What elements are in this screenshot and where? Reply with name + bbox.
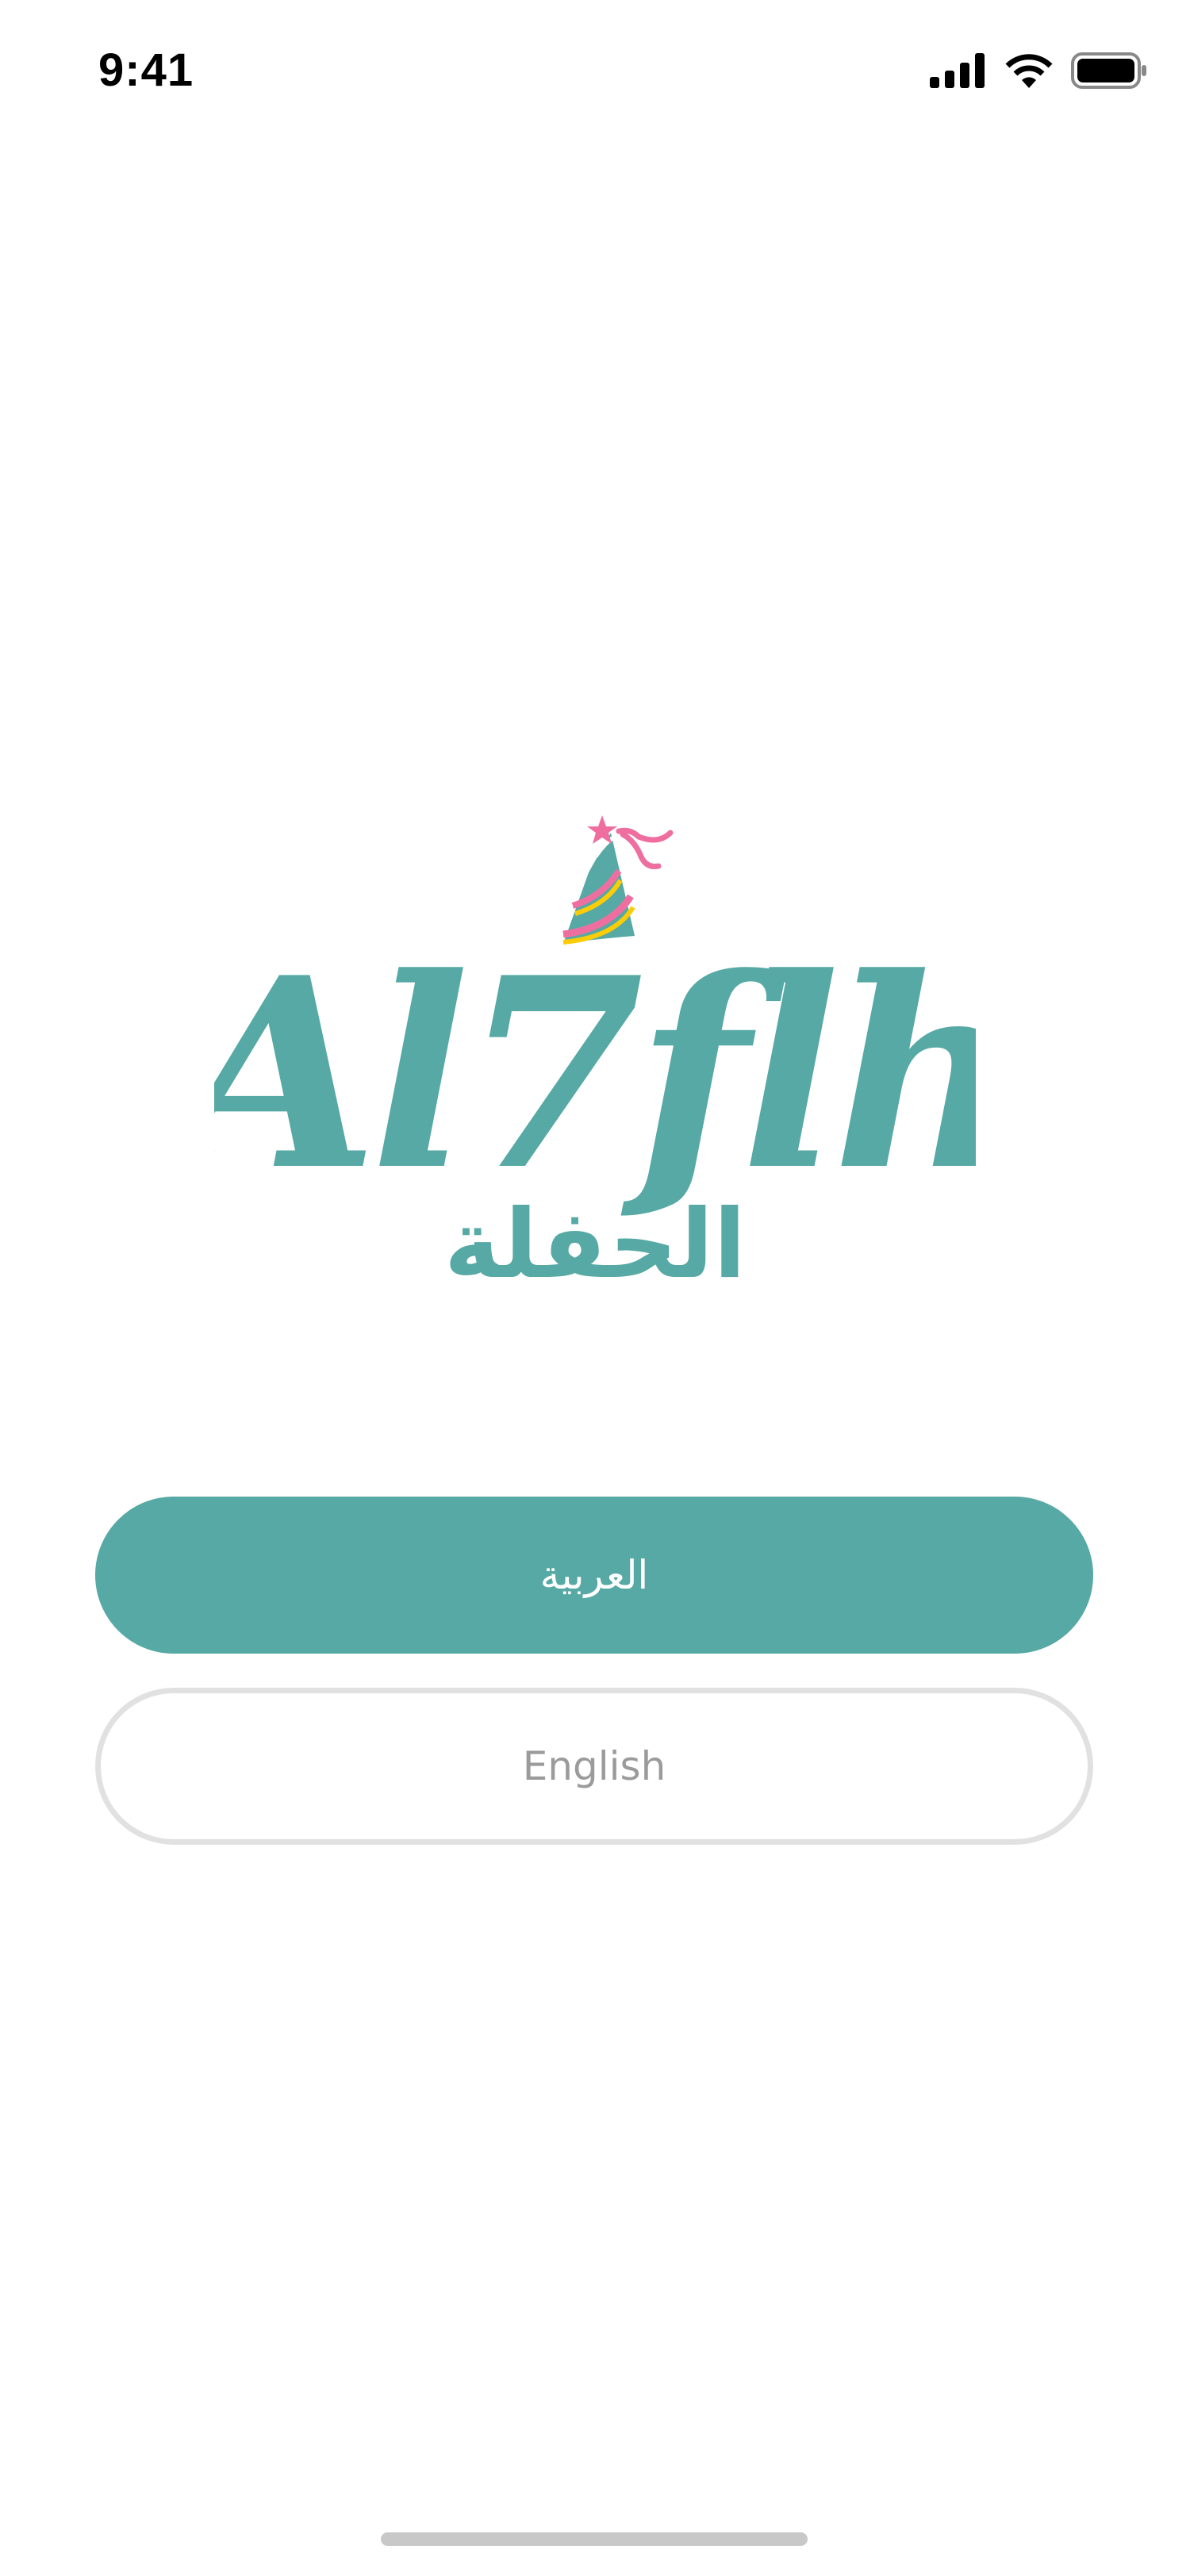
svg-text:الحفلة: الحفلة: [444, 1190, 747, 1300]
status-icons: [930, 52, 1147, 89]
cellular-signal-icon: [930, 53, 985, 88]
english-language-label: English: [522, 1743, 666, 1789]
arabic-language-label: العربية: [539, 1552, 649, 1598]
english-language-button[interactable]: English: [95, 1688, 1093, 1845]
arabic-language-button[interactable]: العربية: [95, 1497, 1093, 1654]
home-indicator[interactable]: [381, 2532, 808, 2546]
battery-icon: [1071, 52, 1146, 89]
svg-text:Al7flh: Al7flh: [214, 920, 976, 1228]
wifi-icon: [1005, 54, 1053, 88]
app-logo: Al7flh الحفلة: [155, 801, 1023, 1309]
status-time: 9:41: [98, 44, 194, 96]
